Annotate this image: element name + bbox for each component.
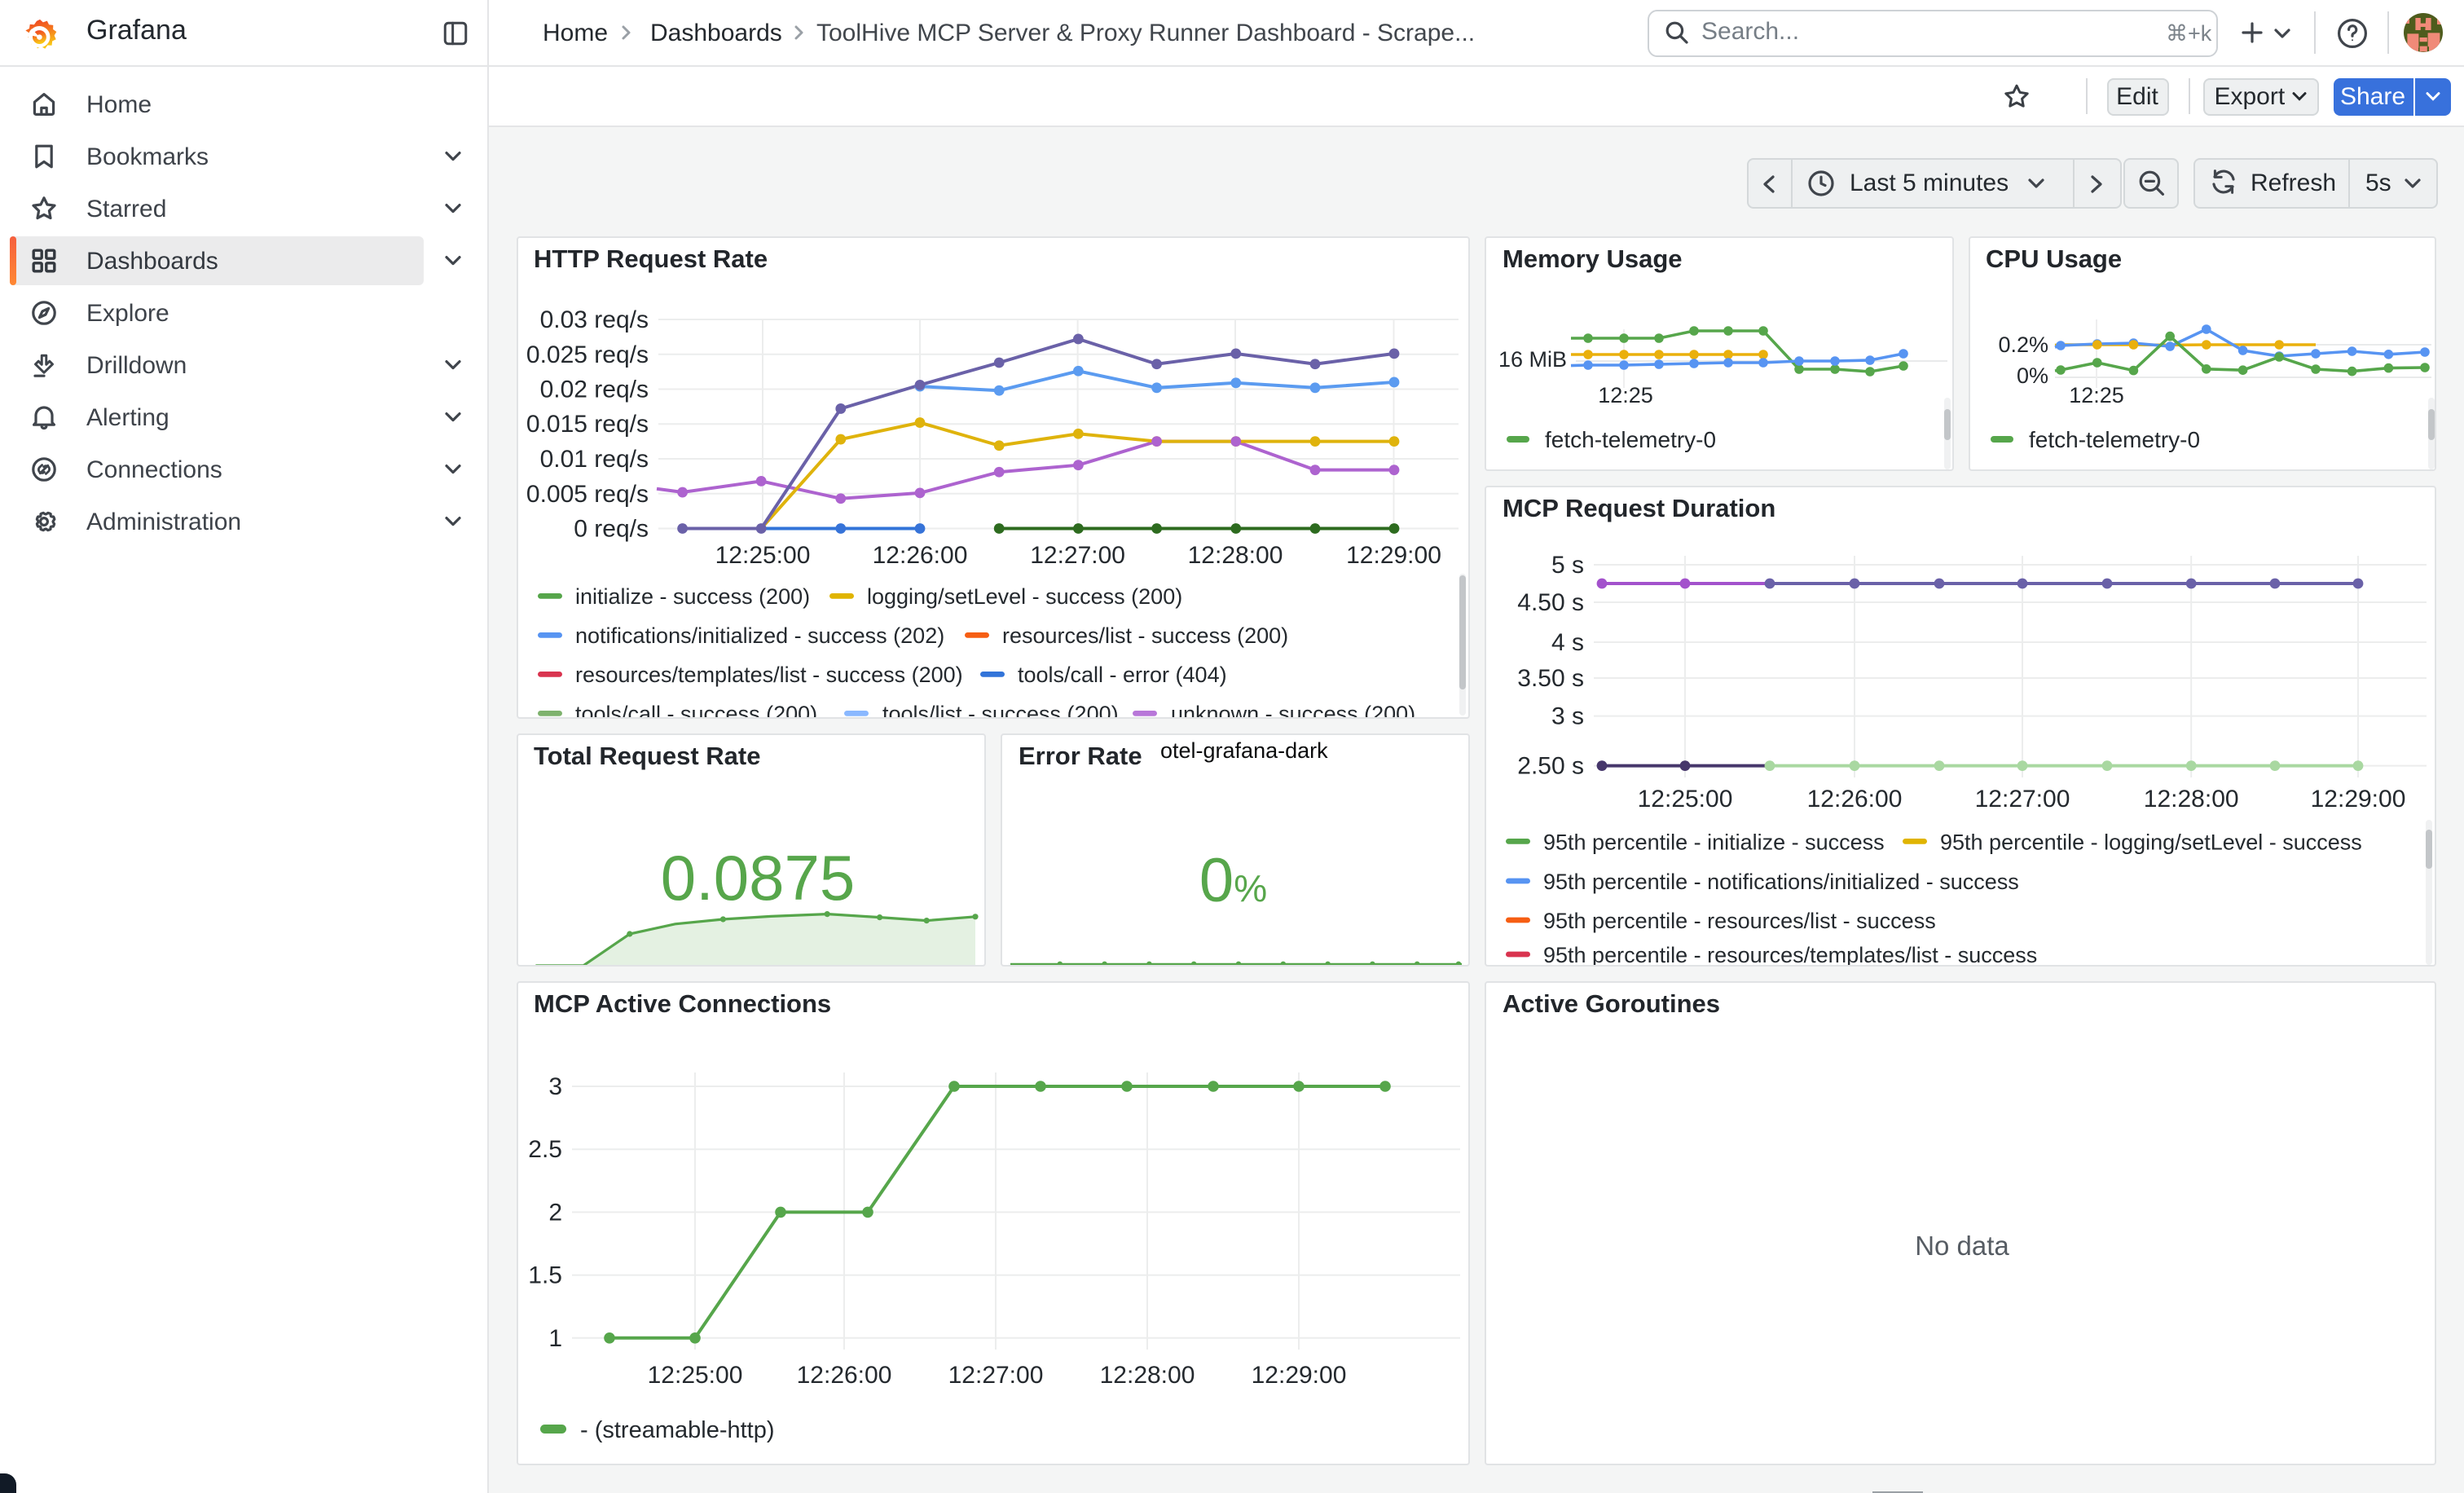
svg-text:0.005 req/s: 0.005 req/s	[526, 480, 648, 507]
svg-text:4 s: 4 s	[1551, 628, 1584, 655]
svg-text:95th percentile - notification: 95th percentile - notifications/initiali…	[1543, 869, 2019, 893]
svg-text:resources/templates/list - suc: resources/templates/list - success (200)	[574, 662, 962, 686]
svg-text:resources/list - success (200): resources/list - success (200)	[1001, 623, 1287, 647]
svg-text:0.03 req/s: 0.03 req/s	[539, 306, 648, 333]
svg-text:12:25:00: 12:25:00	[647, 1362, 742, 1389]
svg-text:- (streamable-http): - (streamable-http)	[579, 1417, 774, 1443]
svg-text:12:29:00: 12:29:00	[1251, 1362, 1346, 1389]
svg-text:3: 3	[548, 1073, 561, 1100]
svg-text:95th percentile - initialize -: 95th percentile - initialize - success	[1543, 829, 1885, 853]
svg-text:tools/call - error (404): tools/call - error (404)	[1017, 662, 1226, 686]
svg-text:12:26:00: 12:26:00	[796, 1362, 891, 1389]
svg-text:12:28:00: 12:28:00	[1187, 541, 1283, 568]
svg-text:3 s: 3 s	[1551, 702, 1584, 729]
svg-text:tools/call - success (200): tools/call - success (200)	[574, 701, 816, 716]
svg-text:0%: 0%	[2016, 363, 2048, 387]
svg-text:1.5: 1.5	[527, 1262, 561, 1289]
svg-text:notifications/initialized - su: notifications/initialized - success (202…	[574, 623, 944, 647]
svg-text:12:27:00: 12:27:00	[1029, 541, 1124, 568]
svg-text:unknown - success (200): unknown - success (200)	[1170, 701, 1415, 716]
svg-text:12:28:00: 12:28:00	[1099, 1362, 1195, 1389]
svg-text:12:26:00: 12:26:00	[1807, 785, 1903, 812]
svg-text:0.02 req/s: 0.02 req/s	[539, 376, 648, 403]
svg-text:tools/list - success (200): tools/list - success (200)	[882, 701, 1118, 716]
svg-text:12:29:00: 12:29:00	[1345, 541, 1441, 568]
svg-text:95th percentile - logging/setL: 95th percentile - logging/setLevel - suc…	[1940, 829, 2362, 853]
svg-text:12:25:00: 12:25:00	[1638, 785, 1733, 812]
svg-text:12:27:00: 12:27:00	[948, 1362, 1043, 1389]
svg-text:12:25: 12:25	[2068, 382, 2123, 407]
svg-text:95th percentile - resources/li: 95th percentile - resources/list - succe…	[1543, 908, 1936, 932]
svg-text:1: 1	[548, 1325, 561, 1352]
svg-text:2: 2	[548, 1199, 561, 1226]
svg-text:0.2%: 0.2%	[1997, 332, 2048, 356]
svg-text:16 MiB: 16 MiB	[1498, 346, 1567, 371]
svg-text:12:25: 12:25	[1598, 382, 1653, 407]
svg-text:4.50 s: 4.50 s	[1517, 588, 1584, 615]
svg-text:3.50 s: 3.50 s	[1517, 664, 1584, 691]
svg-text:2.5: 2.5	[527, 1136, 561, 1163]
svg-text:95th percentile - resources/te: 95th percentile - resources/templates/li…	[1543, 942, 2037, 964]
svg-text:0.025 req/s: 0.025 req/s	[526, 341, 648, 368]
svg-text:12:27:00: 12:27:00	[1975, 785, 2070, 812]
svg-text:logging/setLevel - success (20: logging/setLevel - success (200)	[866, 584, 1181, 608]
svg-text:0 req/s: 0 req/s	[573, 515, 648, 542]
svg-text:fetch-telemetry-0: fetch-telemetry-0	[1545, 426, 1716, 451]
svg-text:12:25:00: 12:25:00	[715, 541, 810, 568]
svg-text:5 s: 5 s	[1551, 551, 1584, 578]
svg-text:12:26:00: 12:26:00	[872, 541, 967, 568]
svg-text:12:28:00: 12:28:00	[2144, 785, 2239, 812]
svg-text:2.50 s: 2.50 s	[1517, 752, 1584, 779]
svg-text:0.01 req/s: 0.01 req/s	[539, 445, 648, 472]
svg-text:12:29:00: 12:29:00	[2311, 785, 2406, 812]
svg-text:0.015 req/s: 0.015 req/s	[526, 410, 648, 437]
svg-text:initialize - success (200): initialize - success (200)	[574, 584, 809, 608]
svg-text:fetch-telemetry-0: fetch-telemetry-0	[2028, 426, 2199, 451]
